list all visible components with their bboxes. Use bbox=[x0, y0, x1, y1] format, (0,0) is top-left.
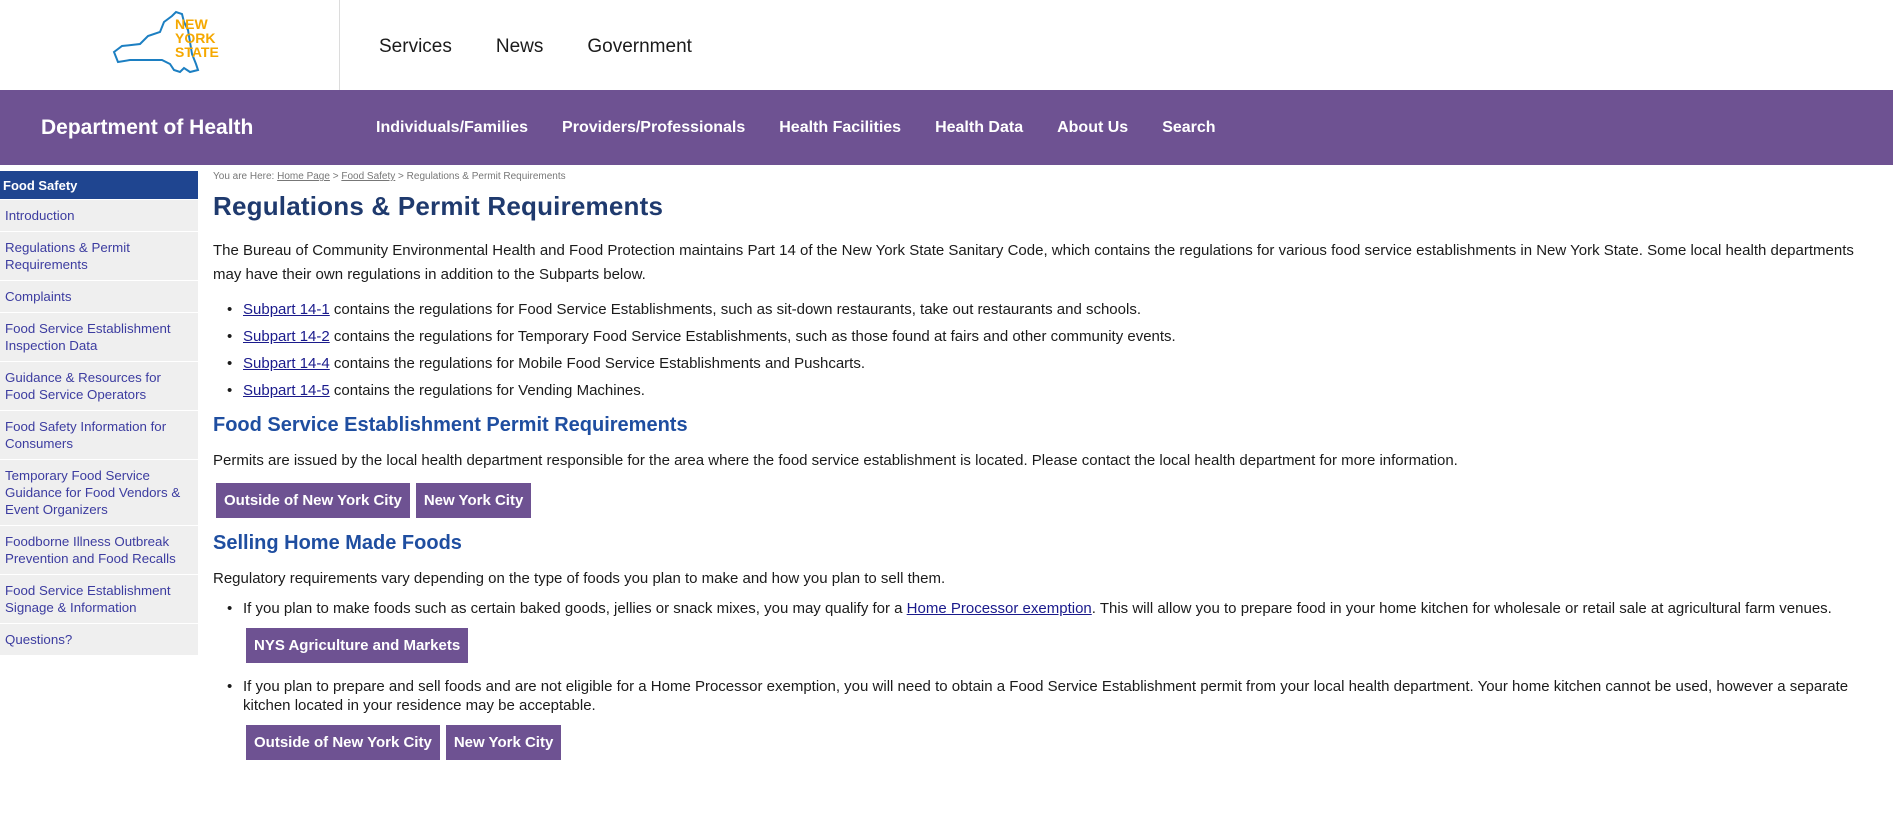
sidebar-item-label: Introduction bbox=[5, 208, 75, 223]
logo-text-state: STATE bbox=[175, 44, 219, 60]
agency-nav-search[interactable]: Search bbox=[1162, 119, 1215, 137]
subparts-list: Subpart 14-1 contains the regulations fo… bbox=[213, 296, 1878, 404]
sidebar: Food Safety Introduction Regulations & P… bbox=[0, 171, 198, 655]
list-item: Subpart 14-1 contains the regulations fo… bbox=[213, 296, 1878, 323]
sidebar-item-label: Guidance & Resources for Food Service Op… bbox=[5, 370, 161, 402]
breadcrumb: You are Here: Home Page > Food Safety > … bbox=[213, 171, 1878, 182]
list-item-text: . This will allow you to prepare food in… bbox=[1091, 600, 1832, 617]
page-title: Regulations & Permit Requirements bbox=[213, 191, 664, 221]
sidebar-item-label: Food Service Establishment Inspection Da… bbox=[5, 321, 171, 353]
agency-name[interactable]: Department of Health bbox=[41, 116, 253, 140]
list-item: Subpart 14-2 contains the regulations fo… bbox=[213, 323, 1878, 350]
nav-news[interactable]: News bbox=[496, 36, 544, 58]
list-item: Subpart 14-5 contains the regulations fo… bbox=[213, 377, 1878, 404]
logo-text-new: NEW bbox=[175, 16, 208, 32]
agency-nav-providers[interactable]: Providers/Professionals bbox=[562, 119, 745, 137]
sidebar-item-introduction[interactable]: Introduction bbox=[0, 199, 198, 231]
sidebar-item-label: Temporary Food Service Guidance for Food… bbox=[5, 468, 181, 517]
nyc-button[interactable]: New York City bbox=[415, 483, 532, 518]
sidebar-item-label: Regulations & Permit Requirements bbox=[5, 240, 130, 272]
list-item-text: contains the regulations for Food Servic… bbox=[329, 301, 1141, 318]
home-processor-link[interactable]: Home Processor exemption bbox=[907, 600, 1092, 617]
list-item-text: contains the regulations for Mobile Food… bbox=[329, 355, 866, 372]
agency-nav-individuals[interactable]: Individuals/Families bbox=[376, 119, 528, 137]
subpart-14-1-link[interactable]: Subpart 14-1 bbox=[243, 301, 330, 318]
sidebar-heading[interactable]: Food Safety bbox=[0, 171, 198, 199]
sidebar-item-signage[interactable]: Food Service Establishment Signage & Inf… bbox=[0, 574, 198, 623]
permits-paragraph: Permits are issued by the local health d… bbox=[213, 452, 1458, 469]
sidebar-item-foodborne[interactable]: Foodborne Illness Outbreak Prevention an… bbox=[0, 525, 198, 574]
breadcrumb-food-safety[interactable]: Food Safety bbox=[341, 171, 395, 182]
list-item: If you plan to prepare and sell foods an… bbox=[213, 677, 1878, 715]
list-item: Subpart 14-4 contains the regulations fo… bbox=[213, 350, 1878, 377]
sidebar-item-label: Food Safety Information for Consumers bbox=[5, 419, 167, 451]
agency-header: Department of Health Individuals/Familie… bbox=[0, 90, 1893, 165]
list-item-text: contains the regulations for Temporary F… bbox=[329, 328, 1176, 345]
agency-nav: Individuals/Families Providers/Professio… bbox=[376, 119, 1250, 137]
sidebar-item-guidance[interactable]: Guidance & Resources for Food Service Op… bbox=[0, 361, 198, 410]
breadcrumb-prefix: You are Here: bbox=[213, 171, 278, 182]
header-divider bbox=[339, 0, 340, 90]
home-foods-list-2: If you plan to prepare and sell foods an… bbox=[213, 677, 1878, 715]
breadcrumb-separator: > bbox=[395, 171, 407, 182]
breadcrumb-home[interactable]: Home Page bbox=[277, 171, 330, 182]
subpart-14-2-link[interactable]: Subpart 14-2 bbox=[243, 328, 330, 345]
outside-nyc-button[interactable]: Outside of New York City bbox=[216, 483, 410, 518]
permits-button-row: Outside of New York City New York City bbox=[216, 483, 1878, 518]
main-content: You are Here: Home Page > Food Safety > … bbox=[213, 171, 1878, 774]
sidebar-item-regulations[interactable]: Regulations & Permit Requirements bbox=[0, 231, 198, 280]
agriculture-button-row: NYS Agriculture and Markets bbox=[246, 628, 1878, 663]
list-item-text: contains the regulations for Vending Mac… bbox=[329, 382, 645, 399]
list-item-text: If you plan to make foods such as certai… bbox=[243, 600, 907, 617]
nav-services[interactable]: Services bbox=[379, 36, 452, 58]
permits-heading: Food Service Establishment Permit Requir… bbox=[213, 414, 688, 436]
agency-nav-facilities[interactable]: Health Facilities bbox=[779, 119, 901, 137]
permit-button-row-2: Outside of New York City New York City bbox=[246, 725, 1878, 760]
outside-nyc-button-2[interactable]: Outside of New York City bbox=[246, 725, 440, 760]
agency-nav-data[interactable]: Health Data bbox=[935, 119, 1023, 137]
logo-text-york: YORK bbox=[175, 30, 216, 46]
intro-paragraph: The Bureau of Community Environmental He… bbox=[213, 242, 1854, 283]
sidebar-item-complaints[interactable]: Complaints bbox=[0, 280, 198, 312]
breadcrumb-current: Regulations & Permit Requirements bbox=[406, 171, 566, 182]
sidebar-item-consumers[interactable]: Food Safety Information for Consumers bbox=[0, 410, 198, 459]
selling-paragraph: Regulatory requirements vary depending o… bbox=[213, 570, 946, 587]
global-header: NEW YORK STATE Services News Government bbox=[0, 0, 1893, 90]
nys-logo[interactable]: NEW YORK STATE bbox=[110, 8, 230, 80]
global-nav: Services News Government bbox=[379, 36, 736, 58]
sidebar-item-label: Foodborne Illness Outbreak Prevention an… bbox=[5, 534, 176, 566]
sidebar-item-questions[interactable]: Questions? bbox=[0, 623, 198, 655]
home-foods-list: If you plan to make foods such as certai… bbox=[213, 599, 1878, 618]
list-item: If you plan to make foods such as certai… bbox=[213, 599, 1878, 618]
breadcrumb-separator: > bbox=[329, 171, 342, 182]
sidebar-item-label: Food Service Establishment Signage & Inf… bbox=[5, 583, 171, 615]
subpart-14-4-link[interactable]: Subpart 14-4 bbox=[243, 355, 330, 372]
nyc-button-2[interactable]: New York City bbox=[445, 725, 562, 760]
nys-agriculture-button[interactable]: NYS Agriculture and Markets bbox=[246, 628, 469, 663]
agency-nav-about[interactable]: About Us bbox=[1057, 119, 1128, 137]
sidebar-item-label: Questions? bbox=[5, 632, 73, 647]
sidebar-item-temporary[interactable]: Temporary Food Service Guidance for Food… bbox=[0, 459, 198, 525]
subpart-14-5-link[interactable]: Subpart 14-5 bbox=[243, 382, 330, 399]
sidebar-item-inspection-data[interactable]: Food Service Establishment Inspection Da… bbox=[0, 312, 198, 361]
nav-government[interactable]: Government bbox=[587, 36, 692, 58]
selling-heading: Selling Home Made Foods bbox=[213, 532, 462, 554]
sidebar-item-label: Complaints bbox=[5, 289, 72, 304]
